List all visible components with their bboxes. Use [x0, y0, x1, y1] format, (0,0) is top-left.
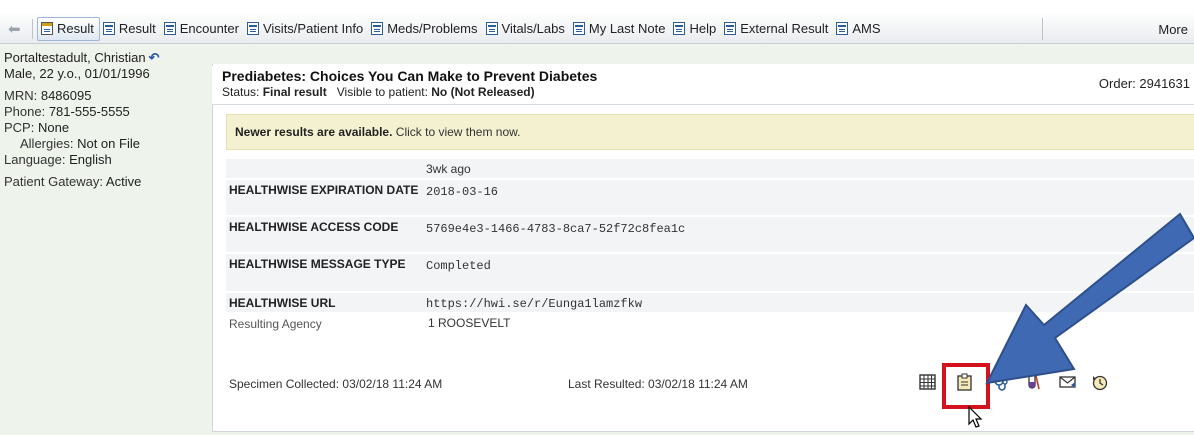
tab-external-result[interactable]: External Result: [721, 17, 833, 41]
component-name: HEALTHWISE MESSAGE TYPE: [229, 257, 406, 271]
result-status: Status: Final result Visible to patient:…: [222, 85, 535, 99]
form-icon: [371, 22, 384, 35]
table-row: HEALTHWISE EXPIRATION DATE 2018-03-16: [226, 180, 1194, 216]
envelope-icon[interactable]: [1058, 372, 1078, 392]
activity-toolbar: ⬅ Result Result Encounter Visits/Patient…: [0, 14, 1194, 44]
tab-label: Vitals/Labs: [501, 21, 565, 36]
mrn-value: 8486095: [40, 88, 92, 103]
allergies-label: Allergies:: [20, 136, 74, 151]
table-header-row: 3wk ago: [226, 159, 1194, 179]
table-row: HEALTHWISE MESSAGE TYPE Completed: [226, 254, 1194, 292]
tab-visits-patient-info[interactable]: Visits/Patient Info: [244, 17, 368, 41]
beaker-icon[interactable]: [1023, 372, 1043, 392]
component-name: HEALTHWISE URL: [229, 296, 336, 310]
component-name: Resulting Agency: [229, 317, 322, 331]
tab-label: External Result: [740, 21, 829, 36]
history-icon[interactable]: [1090, 372, 1110, 392]
pcp-label: PCP:: [4, 120, 35, 135]
mrn-label: MRN:: [4, 88, 38, 103]
tab-label: Encounter: [179, 21, 239, 36]
column-header: 3wk ago: [426, 162, 471, 176]
back-arrow-icon[interactable]: ⬅: [8, 20, 30, 38]
tab-label: Result: [57, 21, 94, 36]
component-value: 1 ROOSEVELT: [428, 316, 511, 330]
patient-sidebar: Portaltestadult, Christian ↶ Male, 22 y.o…: [0, 44, 206, 435]
form-icon: [102, 22, 115, 35]
toolbar-divider: [32, 18, 33, 39]
gateway-value: Active: [105, 174, 142, 189]
visible-label: Visible to patient:: [336, 85, 428, 99]
tab-result-active[interactable]: Result: [37, 16, 100, 41]
tab-encounter[interactable]: Encounter: [161, 17, 244, 41]
tab-label: My Last Note: [588, 21, 666, 36]
component-name: HEALTHWISE EXPIRATION DATE: [229, 183, 419, 197]
tab-label: Result: [118, 21, 156, 36]
tab-vitals-labs[interactable]: Vitals/Labs: [483, 17, 570, 41]
specimen-collected: Specimen Collected: 03/02/18 11:24 AM: [229, 377, 443, 391]
tab-label: AMS: [852, 21, 881, 36]
tab-my-last-note[interactable]: My Last Note: [570, 17, 671, 41]
pcp-value: None: [37, 120, 70, 135]
form-icon: [572, 22, 585, 35]
banner-bold-text: Newer results are available.: [235, 125, 393, 139]
result-header: Prediabetes: Choices You Can Make to Pre…: [212, 66, 1194, 104]
tab-result[interactable]: Result: [100, 17, 161, 41]
toolbar-divider: [1042, 18, 1043, 40]
status-label: Status:: [222, 85, 260, 99]
last-resulted: Last Resulted: 03/02/18 11:24 AM: [568, 377, 748, 391]
tab-help[interactable]: Help: [670, 17, 721, 41]
allergies-value[interactable]: Not on File: [77, 136, 140, 151]
language-label: Language:: [4, 152, 66, 167]
more-menu-button[interactable]: More: [1158, 22, 1188, 37]
tab-label: Visits/Patient Info: [262, 21, 364, 36]
tab-ams[interactable]: AMS: [833, 17, 885, 41]
stethoscope-icon[interactable]: [991, 372, 1011, 392]
component-value[interactable]: https://hwi.se/r/Eunga1lamzfkw: [426, 297, 642, 311]
form-icon: [485, 22, 498, 35]
phone-label: Phone:: [4, 104, 46, 119]
language-value: English: [69, 152, 112, 167]
header-divider: [212, 104, 1194, 105]
patient-demographics: Male, 22 y.o., 01/01/1996: [4, 66, 150, 81]
form-icon: [673, 22, 686, 35]
mouse-cursor-icon: [968, 406, 983, 428]
jump-arrow-icon[interactable]: ↶: [149, 50, 160, 65]
form-icon: [163, 22, 176, 35]
banner-text: Click to view them now.: [395, 125, 521, 139]
component-value: 2018-03-16: [426, 185, 499, 199]
component-value: 5769e4e3-1466-4783-8ca7-52f72c8fea1c: [426, 222, 686, 236]
tab-label: Help: [689, 21, 717, 36]
table-row: HEALTHWISE URL https://hwi.se/r/Eunga1la…: [226, 293, 1194, 313]
document-icon: [41, 22, 53, 35]
component-value: Completed: [426, 259, 491, 273]
status-value: Final result: [262, 85, 327, 99]
form-icon: [246, 22, 259, 35]
form-icon: [836, 22, 849, 35]
component-name: HEALTHWISE ACCESS CODE: [229, 220, 399, 234]
tab-label: Meds/Problems: [387, 21, 478, 36]
top-strip: [0, 0, 1194, 14]
result-title: Prediabetes: Choices You Can Make to Pre…: [222, 68, 598, 84]
highlight-box: [942, 363, 990, 409]
patient-name[interactable]: Portaltestadult, Christian: [4, 50, 146, 65]
table-row: HEALTHWISE ACCESS CODE 5769e4e3-1466-478…: [226, 217, 1194, 253]
tab-meds-problems[interactable]: Meds/Problems: [368, 17, 482, 41]
table-icon[interactable]: [918, 372, 938, 392]
table-row: Resulting Agency 1 ROOSEVELT: [226, 314, 1194, 334]
gateway-label: Patient Gateway:: [4, 174, 103, 189]
newer-results-banner[interactable]: Newer results are available. Click to vi…: [226, 114, 1194, 150]
order-number: Order: 2941631: [1098, 76, 1190, 91]
phone-value: 781-555-5555: [48, 104, 130, 119]
visible-value: No (Not Released): [431, 85, 535, 99]
form-icon: [724, 22, 737, 35]
